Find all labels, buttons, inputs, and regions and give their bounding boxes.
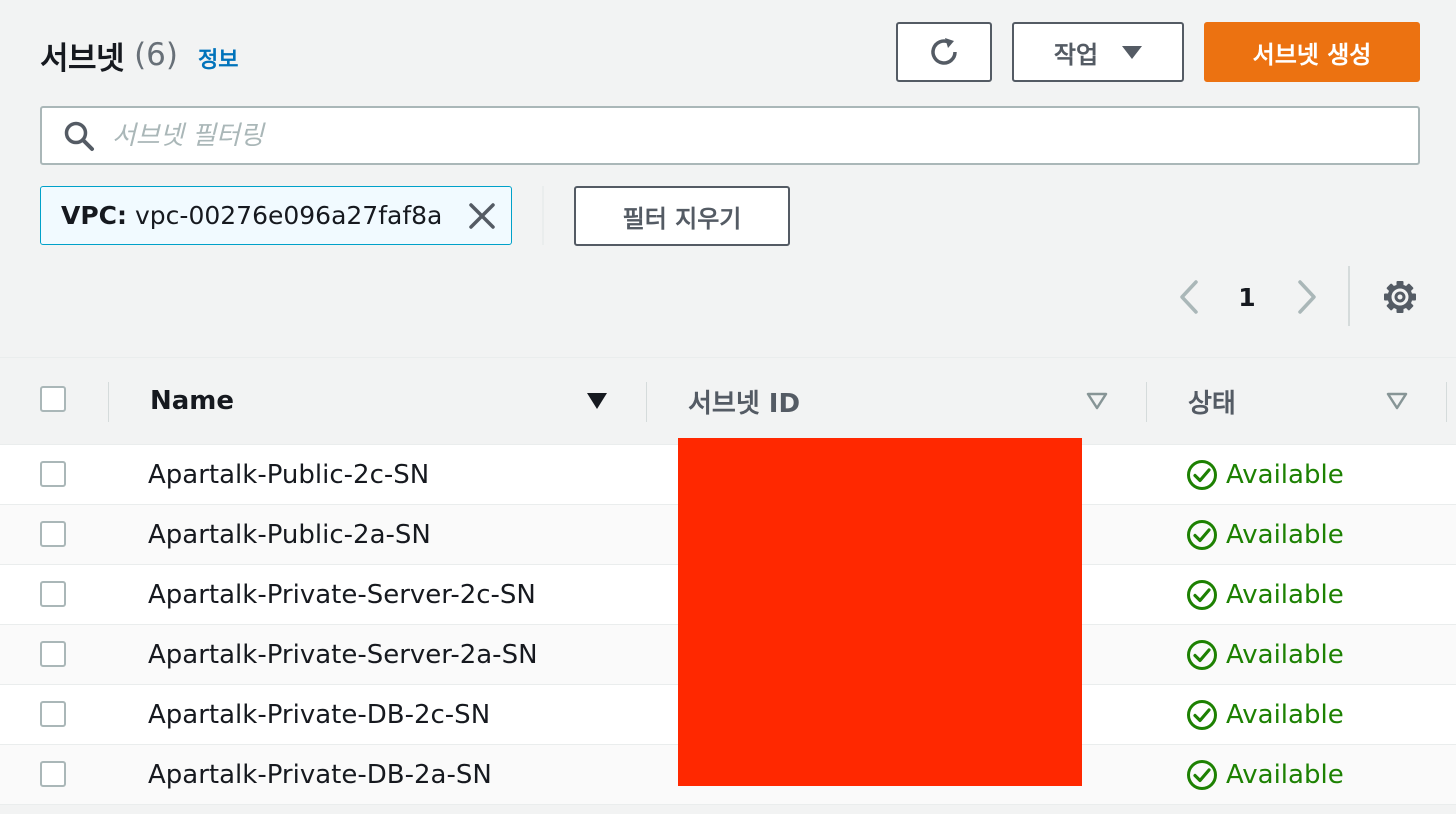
check-circle-icon xyxy=(1187,579,1217,610)
subnet-name[interactable]: Apartalk-Private-Server-2c-SN xyxy=(148,565,536,624)
subnet-name[interactable]: Apartalk-Public-2c-SN xyxy=(148,445,429,504)
chevron-left-icon[interactable] xyxy=(1174,272,1204,322)
status-text: Available xyxy=(1226,699,1344,730)
check-circle-icon xyxy=(1187,699,1217,730)
status-badge: Available xyxy=(1186,625,1344,684)
page-header: 서브넷 (6) 정보 xyxy=(40,30,238,80)
status-text: Available xyxy=(1226,519,1344,550)
filter-token-value: vpc-00276e096a27faf8a xyxy=(135,201,443,230)
row-checkbox[interactable] xyxy=(40,461,66,487)
search-bar xyxy=(40,106,1420,165)
subnet-name[interactable]: Apartalk-Public-2a-SN xyxy=(148,505,431,564)
check-circle-icon xyxy=(1187,759,1217,790)
caret-down-icon xyxy=(1122,45,1143,59)
subnet-count: (6) xyxy=(134,37,178,73)
column-separator xyxy=(646,382,647,422)
sort-icon[interactable] xyxy=(1386,390,1408,412)
status-text: Available xyxy=(1226,759,1344,790)
table-header: Name 서브넷 ID 상태 xyxy=(0,358,1456,445)
sort-descending-icon[interactable] xyxy=(586,390,608,412)
pager-divider xyxy=(1348,266,1350,326)
column-header-name[interactable]: Name xyxy=(150,358,234,444)
subnet-name[interactable]: Apartalk-Private-DB-2c-SN xyxy=(148,685,490,744)
row-checkbox[interactable] xyxy=(40,581,66,607)
status-badge: Available xyxy=(1186,505,1344,564)
check-circle-icon xyxy=(1187,459,1217,490)
status-text: Available xyxy=(1226,459,1344,490)
chevron-right-icon[interactable] xyxy=(1292,272,1322,322)
check-circle-icon xyxy=(1187,639,1217,670)
redaction-block xyxy=(678,438,1082,786)
column-separator xyxy=(108,382,109,422)
sort-icon[interactable] xyxy=(1086,390,1108,412)
row-checkbox[interactable] xyxy=(40,521,66,547)
select-all-checkbox[interactable] xyxy=(40,386,66,412)
status-text: Available xyxy=(1226,639,1344,670)
clear-filters-button[interactable]: 필터 지우기 xyxy=(574,186,790,246)
refresh-button[interactable] xyxy=(896,22,992,82)
refresh-icon xyxy=(931,38,957,65)
status-badge: Available xyxy=(1186,685,1344,744)
actions-dropdown-button[interactable]: 작업 xyxy=(1012,22,1184,82)
filter-divider xyxy=(542,186,544,245)
column-header-subnet-id[interactable]: 서브넷 ID xyxy=(688,358,800,444)
check-circle-icon xyxy=(1187,519,1217,550)
column-separator xyxy=(1146,382,1147,422)
row-checkbox[interactable] xyxy=(40,761,66,787)
actions-label: 작업 xyxy=(1053,40,1099,69)
search-icon xyxy=(64,121,94,151)
filter-token: VPC: vpc-00276e096a27faf8a xyxy=(40,186,512,245)
page-number[interactable]: 1 xyxy=(1230,272,1264,322)
info-link[interactable]: 정보 xyxy=(198,42,238,74)
subnet-name[interactable]: Apartalk-Private-Server-2a-SN xyxy=(148,625,538,684)
row-checkbox[interactable] xyxy=(40,641,66,667)
page-title: 서브넷 xyxy=(40,40,125,77)
filter-token-key: VPC: xyxy=(61,201,128,230)
status-badge: Available xyxy=(1186,445,1344,504)
status-text: Available xyxy=(1226,579,1344,610)
gear-icon[interactable] xyxy=(1380,272,1420,322)
column-separator xyxy=(1446,382,1447,422)
status-badge: Available xyxy=(1186,565,1344,624)
column-header-status[interactable]: 상태 xyxy=(1188,358,1236,444)
status-badge: Available xyxy=(1186,745,1344,804)
create-subnet-button[interactable]: 서브넷 생성 xyxy=(1204,22,1420,82)
row-checkbox[interactable] xyxy=(40,701,66,727)
subnet-name[interactable]: Apartalk-Private-DB-2a-SN xyxy=(148,745,492,804)
close-icon[interactable] xyxy=(467,201,497,231)
search-input[interactable] xyxy=(110,119,1314,152)
